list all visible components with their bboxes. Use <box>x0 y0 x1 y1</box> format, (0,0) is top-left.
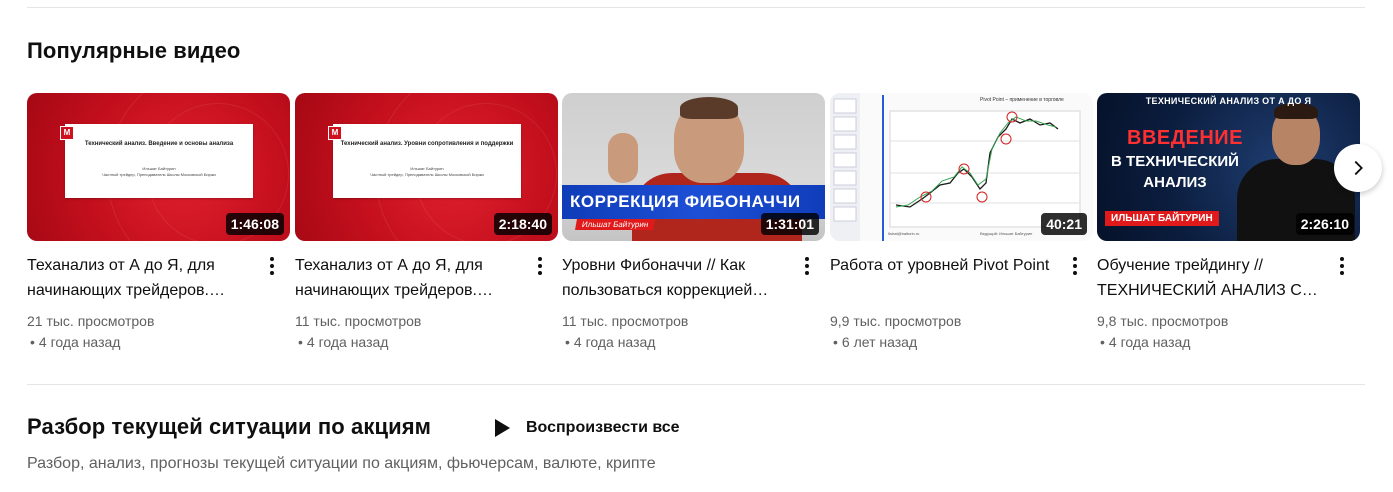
view-count: 11 тыс. просмотров <box>562 313 689 329</box>
chart-footer-right: Ведущий: Ильшат Байтурин <box>980 231 1033 236</box>
shelf-next-button[interactable] <box>1334 144 1382 192</box>
section-description: Разбор, анализ, прогнозы текущей ситуаци… <box>27 455 656 472</box>
video-thumbnail[interactable]: Технический анализ. Уровни сопротивления… <box>295 93 558 241</box>
duration-badge: 40:21 <box>1041 213 1087 235</box>
video-title[interactable]: Обучение трейдингу // ТЕХНИЧЕСКИЙ АНАЛИЗ… <box>1097 253 1330 303</box>
separator-dot: • <box>30 334 35 350</box>
video-meta: Работа от уровней Pivot Point 9,9 тыс. п… <box>830 253 1093 353</box>
more-actions-icon[interactable] <box>797 253 817 279</box>
play-all-button[interactable]: Воспроизвести все <box>492 417 680 439</box>
upload-age-text: 4 года назад <box>573 334 656 350</box>
slide-title: Технический анализ. Уровни сопротивления… <box>340 141 514 147</box>
upload-age-text: 6 лет назад <box>841 334 918 350</box>
chevron-right-icon <box>1354 160 1363 176</box>
duration-badge: 2:26:10 <box>1295 213 1354 235</box>
more-actions-icon[interactable] <box>1065 253 1085 279</box>
video-shelf: Технический анализ. Введение и основы ан… <box>27 93 1367 363</box>
moex-logo-icon: М <box>328 126 342 140</box>
play-all-label: Воспроизвести все <box>526 419 680 436</box>
video-meta: Теханализ от А до Я, для начинающих трей… <box>295 253 558 353</box>
video-card[interactable]: Технический анализ. Уровни сопротивления… <box>295 93 558 353</box>
upload-age: • 4 года назад <box>27 331 260 353</box>
thumbnail-author-tag: Ильшат Байтурин <box>575 219 656 230</box>
video-thumbnail[interactable]: ТЕХНИЧЕСКИЙ АНАЛИЗ ОТ А ДО Я ВВЕДЕНИЕ В … <box>1097 93 1360 241</box>
video-thumbnail[interactable]: КОРРЕКЦИЯ ФИБОНАЧЧИ Ильшат Байтурин 1:31… <box>562 93 825 241</box>
chart-header: Pivot Point – применение в торговле <box>980 97 1064 103</box>
video-thumbnail[interactable]: Технический анализ. Введение и основы ан… <box>27 93 290 241</box>
section-divider <box>27 384 1365 385</box>
section-title-stocks: Разбор текущей ситуации по акциям <box>27 414 432 439</box>
chart-footer-left: Ilshat@baiturin.ru <box>888 231 920 236</box>
slide-author: Ильшат Байтурин Частный трейдер, Препода… <box>333 166 521 178</box>
video-meta: Уровни Фибоначчи // Как пользоваться кор… <box>562 253 825 353</box>
separator-dot: • <box>565 334 570 350</box>
top-divider <box>27 7 1365 8</box>
separator-dot: • <box>298 334 303 350</box>
thumbnail-top-text: ТЕХНИЧЕСКИЙ АНАЛИЗ ОТ А ДО Я <box>1145 96 1312 106</box>
thumbnail-headline: ВВЕДЕНИЕ <box>1127 127 1243 149</box>
view-count: 9,9 тыс. просмотров <box>830 313 962 329</box>
thumbnail-subheadline: В ТЕХНИЧЕСКИЙ АНАЛИЗ <box>1111 153 1239 191</box>
moex-logo-icon: М <box>60 126 74 140</box>
thumbnail-slide: Технический анализ. Уровни сопротивления… <box>333 124 521 198</box>
presenter-hair <box>680 97 738 119</box>
presenter-hand <box>608 133 638 183</box>
slide-title: Технический анализ. Введение и основы ан… <box>84 141 234 147</box>
duration-badge: 1:46:08 <box>225 213 284 235</box>
more-actions-icon[interactable] <box>530 253 550 279</box>
video-meta: Обучение трейдингу // ТЕХНИЧЕСКИЙ АНАЛИЗ… <box>1097 253 1360 353</box>
video-card[interactable]: Pivot Point – применение в торговле Ilsh… <box>830 93 1093 353</box>
video-title[interactable]: Теханализ от А до Я, для начинающих трей… <box>27 253 260 303</box>
section-title-popular: Популярные видео <box>27 38 241 63</box>
slide-author-role: Частный трейдер, Преподаватель Школы Мос… <box>102 172 216 177</box>
thumbnail-author-tag: ИЛЬШАТ БАЙТУРИН <box>1105 211 1219 226</box>
thumbnail-slide: Технический анализ. Введение и основы ан… <box>65 124 253 198</box>
upload-age-text: 4 года назад <box>306 334 389 350</box>
upload-age: • 4 года назад <box>562 331 795 353</box>
upload-age-text: 4 года назад <box>1108 334 1191 350</box>
upload-age: • 4 года назад <box>1097 331 1330 353</box>
more-actions-icon[interactable] <box>262 253 282 279</box>
video-title[interactable]: Работа от уровней Pivot Point <box>830 253 1063 303</box>
view-count: 9,8 тыс. просмотров <box>1097 313 1229 329</box>
more-actions-icon[interactable] <box>1332 253 1352 279</box>
separator-dot: • <box>833 334 838 350</box>
video-thumbnail[interactable]: Pivot Point – применение в торговле Ilsh… <box>830 93 1093 241</box>
view-count: 11 тыс. просмотров <box>295 313 422 329</box>
video-card[interactable]: Технический анализ. Введение и основы ан… <box>27 93 290 353</box>
slide-author-role: Частный трейдер, Преподаватель Школы Мос… <box>370 172 484 177</box>
video-title[interactable]: Теханализ от А до Я, для начинающих трей… <box>295 253 528 303</box>
upload-age: • 4 года назад <box>295 331 528 353</box>
upload-age-text: 4 года назад <box>38 334 121 350</box>
duration-badge: 2:18:40 <box>493 213 552 235</box>
slide-author: Ильшат Байтурин Частный трейдер, Препода… <box>65 166 253 178</box>
view-count: 21 тыс. просмотров <box>27 313 155 329</box>
video-title[interactable]: Уровни Фибоначчи // Как пользоваться кор… <box>562 253 795 303</box>
play-icon <box>495 419 510 437</box>
duration-badge: 1:31:01 <box>760 213 819 235</box>
separator-dot: • <box>1100 334 1105 350</box>
upload-age: • 6 лет назад <box>830 331 1063 353</box>
video-meta: Теханализ от А до Я, для начинающих трей… <box>27 253 290 353</box>
video-card[interactable]: КОРРЕКЦИЯ ФИБОНАЧЧИ Ильшат Байтурин 1:31… <box>562 93 825 353</box>
video-card[interactable]: ТЕХНИЧЕСКИЙ АНАЛИЗ ОТ А ДО Я ВВЕДЕНИЕ В … <box>1097 93 1360 353</box>
